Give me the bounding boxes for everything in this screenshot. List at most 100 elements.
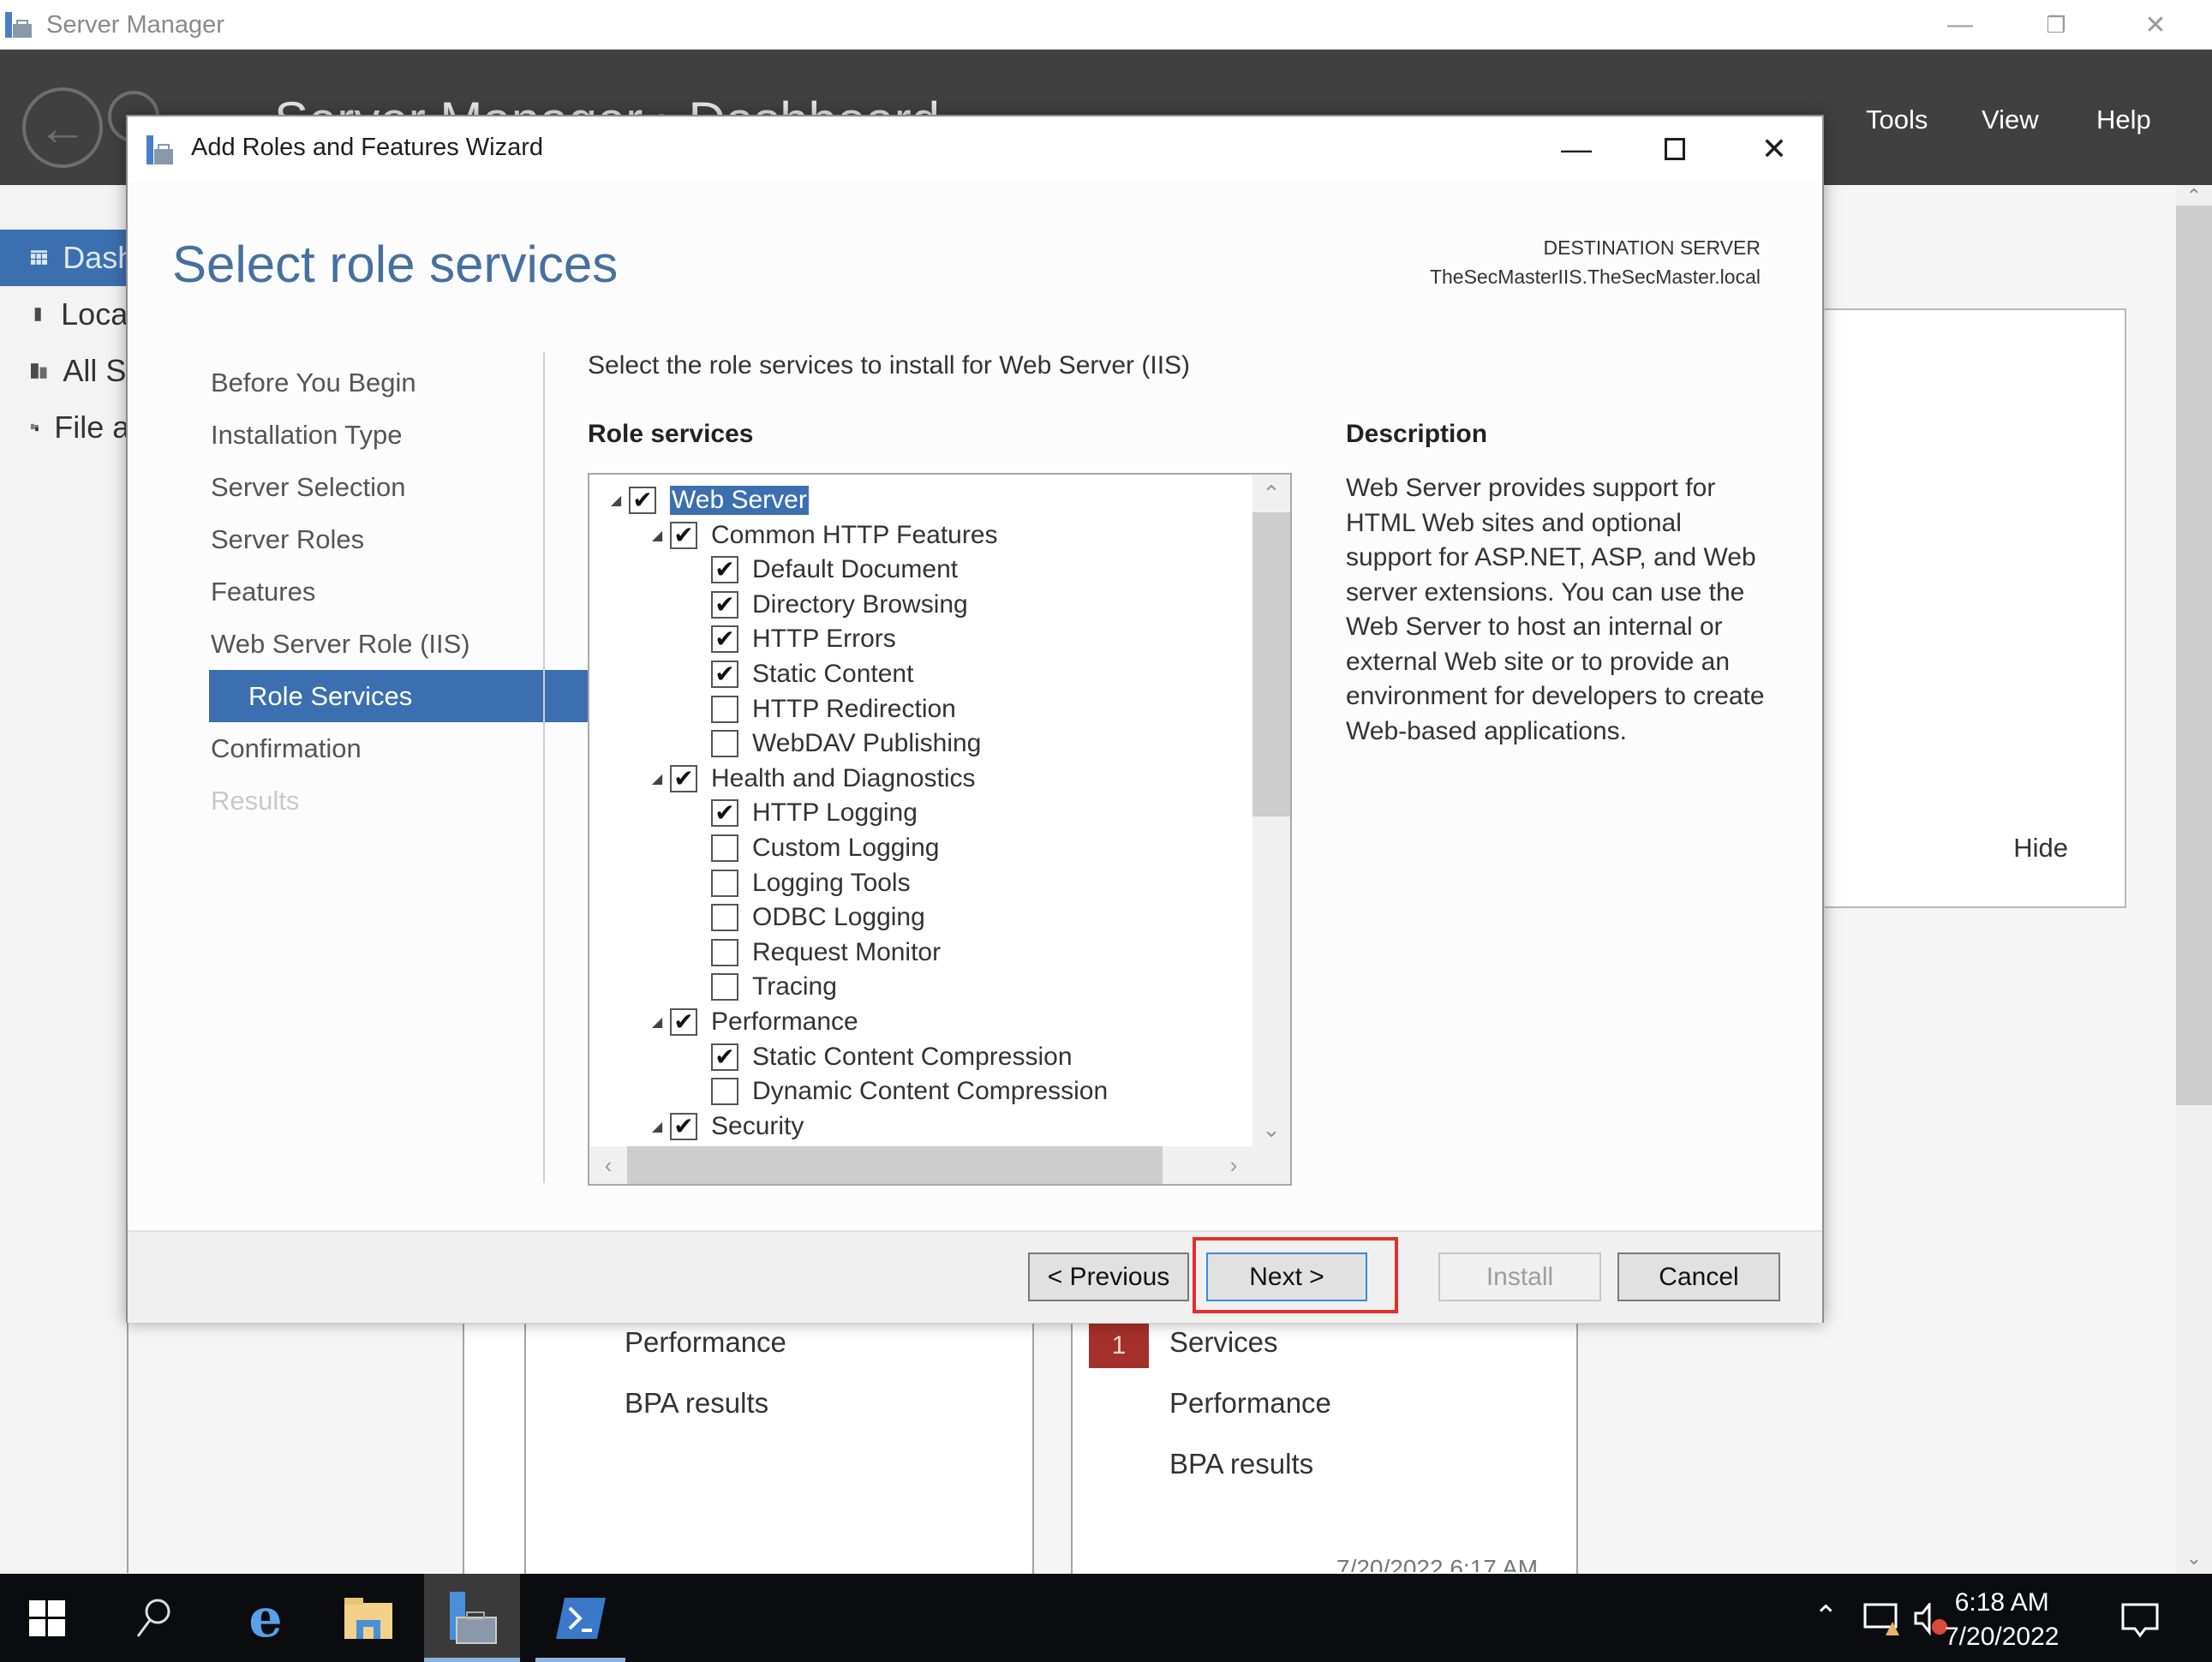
tree-item-label[interactable]: ODBC Logging bbox=[752, 903, 925, 932]
tree-item-label[interactable]: Common HTTP Features bbox=[711, 521, 998, 550]
tree-item-label[interactable]: HTTP Errors bbox=[752, 625, 896, 654]
expand-collapse-icon[interactable]: ◢ bbox=[603, 492, 629, 509]
tree-item-label[interactable]: HTTP Logging bbox=[752, 798, 918, 828]
checkbox-unchecked[interactable] bbox=[711, 695, 738, 723]
tree-item-label[interactable]: Logging Tools bbox=[752, 869, 911, 898]
tree-horizontal-scrollbar[interactable]: ‹ › bbox=[589, 1146, 1254, 1184]
network-warning-icon[interactable] bbox=[1863, 1603, 1901, 1637]
tree-item[interactable]: ✔ HTTP Logging bbox=[685, 796, 918, 830]
tree-item[interactable]: Request Monitor bbox=[685, 936, 941, 970]
tree-item-label[interactable]: HTTP Redirection bbox=[752, 695, 956, 724]
tree-item[interactable]: ✔ Static Content Compression bbox=[685, 1040, 1073, 1074]
system-clock[interactable]: 6:18 AM 7/20/2022 bbox=[1945, 1586, 2059, 1654]
internet-explorer-button[interactable]: e bbox=[223, 1574, 308, 1662]
back-button[interactable]: ← bbox=[22, 87, 103, 168]
wizard-close-button[interactable]: ✕ bbox=[1743, 125, 1805, 173]
checkbox-checked[interactable]: ✔ bbox=[711, 1043, 738, 1071]
tree-item[interactable]: Logging Tools bbox=[685, 866, 911, 900]
scroll-left-icon[interactable]: ‹ bbox=[589, 1146, 627, 1184]
tree-item[interactable]: ODBC Logging bbox=[685, 900, 925, 935]
checkbox-checked[interactable]: ✔ bbox=[711, 590, 738, 619]
checkbox-checked[interactable]: ✔ bbox=[670, 1112, 697, 1140]
tree-item[interactable]: ◢ ✔ Performance bbox=[644, 1005, 858, 1039]
scrollbar-thumb[interactable] bbox=[2176, 206, 2212, 1105]
tree-item[interactable]: HTTP Redirection bbox=[685, 692, 956, 726]
scroll-up-icon[interactable]: ⌃ bbox=[2176, 185, 2212, 206]
scroll-up-icon[interactable]: ⌃ bbox=[1252, 475, 1290, 512]
powershell-taskbar-button[interactable] bbox=[535, 1574, 625, 1662]
hide-welcome-link[interactable]: Hide bbox=[2013, 833, 2068, 864]
tree-item[interactable]: ✔ Directory Browsing bbox=[685, 588, 968, 622]
tile-link-bpa-results[interactable]: BPA results bbox=[625, 1387, 768, 1420]
tree-item-label[interactable]: Default Document bbox=[752, 555, 958, 584]
minimize-button[interactable]: — bbox=[1934, 7, 1986, 43]
expand-collapse-icon[interactable]: ◢ bbox=[644, 770, 670, 787]
expand-collapse-icon[interactable]: ◢ bbox=[644, 1013, 670, 1031]
tree-item[interactable]: ✔ Static Content bbox=[685, 657, 913, 691]
menu-help[interactable]: Help bbox=[2096, 105, 2151, 135]
scroll-down-icon[interactable]: ⌄ bbox=[1252, 1110, 1290, 1148]
tile-link-performance[interactable]: Performance bbox=[625, 1326, 786, 1359]
tree-item-label[interactable]: Directory Browsing bbox=[752, 590, 968, 619]
tree-item[interactable]: Dynamic Content Compression bbox=[685, 1074, 1108, 1109]
tree-item[interactable]: ◢ ✔ Security bbox=[644, 1109, 804, 1144]
show-hidden-icons-icon[interactable]: ⌃ bbox=[1814, 1599, 1838, 1634]
tree-item[interactable]: Tracing bbox=[685, 970, 837, 1004]
start-button[interactable] bbox=[0, 1574, 94, 1662]
sidebar-item-dashboard[interactable]: Dashboard bbox=[0, 230, 129, 286]
role-services-tree[interactable]: ◢ ✔ Web Server ◢ ✔ Common HTTP Features ✔ Defau… bbox=[588, 473, 1292, 1186]
scroll-right-icon[interactable]: › bbox=[1215, 1146, 1252, 1184]
checkbox-unchecked[interactable] bbox=[711, 1078, 738, 1106]
tree-vertical-scrollbar[interactable]: ⌃ ⌄ bbox=[1252, 475, 1290, 1148]
checkbox-checked[interactable]: ✔ bbox=[670, 521, 697, 549]
tree-item[interactable]: WebDAV Publishing bbox=[685, 726, 981, 761]
tree-item-label[interactable]: Static Content bbox=[752, 660, 913, 689]
tree-item[interactable]: Custom Logging bbox=[685, 831, 939, 865]
tree-item[interactable]: ✔ HTTP Errors bbox=[685, 622, 896, 656]
wizard-minimize-button[interactable]: — bbox=[1545, 125, 1607, 173]
tree-hscrollbar-thumb[interactable] bbox=[627, 1146, 1163, 1184]
tree-item[interactable]: ◢ ✔ Web Server bbox=[603, 483, 809, 517]
search-button[interactable] bbox=[111, 1574, 197, 1662]
checkbox-checked[interactable]: ✔ bbox=[711, 661, 738, 688]
checkbox-unchecked[interactable] bbox=[711, 904, 738, 932]
tree-item[interactable]: ✔ Default Document bbox=[685, 553, 958, 587]
tree-item[interactable]: ◢ ✔ Common HTTP Features bbox=[644, 518, 998, 553]
tile-link-performance[interactable]: Performance bbox=[1169, 1387, 1331, 1420]
checkbox-unchecked[interactable] bbox=[711, 973, 738, 1001]
menu-tools[interactable]: Tools bbox=[1866, 105, 1928, 135]
checkbox-unchecked[interactable] bbox=[711, 730, 738, 758]
sidebar-item-all-servers[interactable]: All Servers bbox=[0, 343, 129, 399]
tree-item-label[interactable]: Performance bbox=[711, 1007, 858, 1037]
checkbox-checked[interactable]: ✔ bbox=[711, 799, 738, 828]
wizard-maximize-button[interactable] bbox=[1644, 125, 1706, 173]
checkbox-checked[interactable]: ✔ bbox=[711, 556, 738, 584]
tree-item-label[interactable]: Request Monitor bbox=[752, 938, 941, 967]
sidebar-item-file-storage[interactable]: File and Storage Services bbox=[0, 399, 129, 456]
checkbox-unchecked[interactable] bbox=[711, 834, 738, 862]
tree-item-label[interactable]: Health and Diagnostics bbox=[711, 764, 976, 793]
checkbox-checked[interactable]: ✔ bbox=[670, 764, 697, 792]
action-center-icon[interactable] bbox=[2121, 1603, 2159, 1639]
menu-view[interactable]: View bbox=[1982, 105, 2039, 135]
tree-item-label[interactable]: WebDAV Publishing bbox=[752, 729, 981, 758]
checkbox-unchecked[interactable] bbox=[711, 938, 738, 966]
tree-item[interactable]: ◢ ✔ Health and Diagnostics bbox=[644, 762, 976, 796]
tree-scrollbar-thumb[interactable] bbox=[1252, 512, 1290, 816]
checkbox-unchecked[interactable] bbox=[711, 869, 738, 897]
restore-button[interactable]: ❐ bbox=[2030, 7, 2082, 43]
checkbox-checked[interactable]: ✔ bbox=[711, 625, 738, 654]
file-explorer-button[interactable] bbox=[326, 1574, 411, 1662]
checkbox-checked[interactable]: ✔ bbox=[629, 487, 656, 514]
server-manager-taskbar-button[interactable] bbox=[424, 1574, 520, 1662]
cancel-button[interactable]: Cancel bbox=[1617, 1252, 1780, 1301]
tile-link-services[interactable]: Services bbox=[1169, 1326, 1278, 1359]
tree-item-label[interactable]: Security bbox=[711, 1112, 804, 1141]
tree-item-label[interactable]: Custom Logging bbox=[752, 834, 939, 863]
tree-item-label[interactable]: Web Server bbox=[670, 486, 809, 515]
sidebar-item-local-server[interactable]: Local Server bbox=[0, 286, 129, 343]
expand-collapse-icon[interactable]: ◢ bbox=[644, 1118, 670, 1135]
tree-item-label[interactable]: Dynamic Content Compression bbox=[752, 1077, 1108, 1106]
main-vertical-scrollbar[interactable]: ⌃ ⌄ bbox=[2176, 185, 2212, 1573]
checkbox-checked[interactable]: ✔ bbox=[670, 1008, 697, 1036]
